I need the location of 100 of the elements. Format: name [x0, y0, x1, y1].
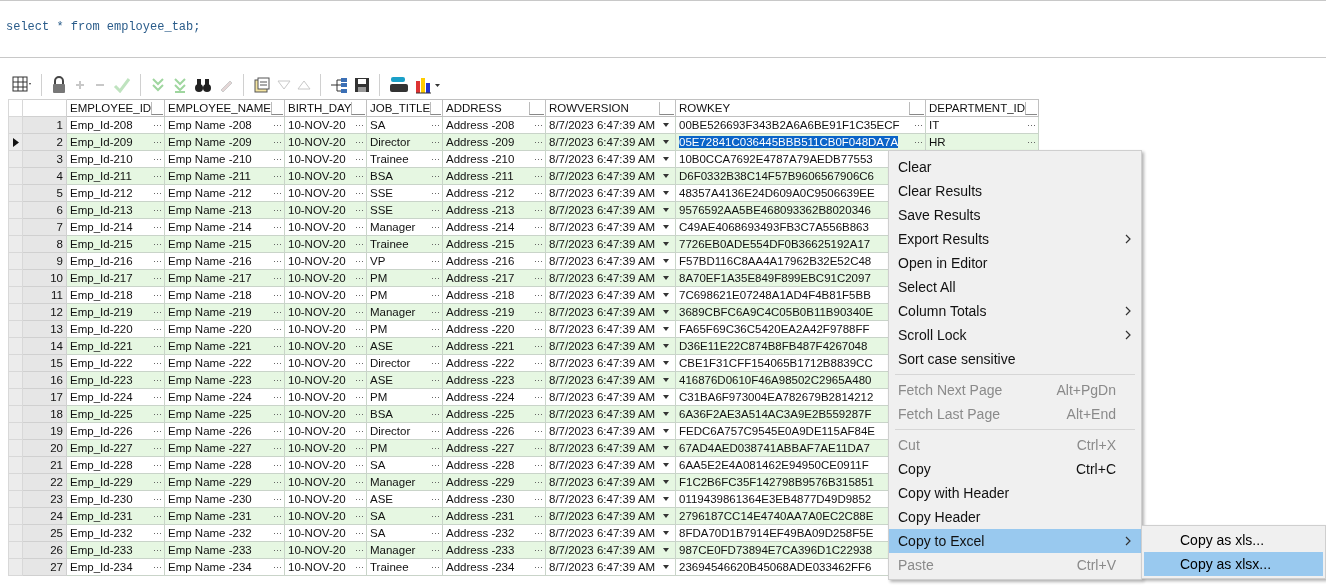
more-icon[interactable] [273, 242, 281, 246]
dropdown-caret-icon[interactable] [663, 208, 669, 212]
lock-icon[interactable] [51, 76, 67, 94]
more-icon[interactable] [431, 191, 439, 195]
more-icon[interactable] [431, 259, 439, 263]
more-icon[interactable] [153, 463, 161, 467]
more-icon[interactable] [431, 497, 439, 501]
more-icon[interactable] [153, 310, 161, 314]
more-icon[interactable] [355, 446, 363, 450]
more-icon[interactable] [153, 259, 161, 263]
more-icon[interactable] [431, 514, 439, 518]
column-header[interactable]: JOB_TITLE [367, 100, 442, 116]
more-icon[interactable] [273, 310, 281, 314]
more-icon[interactable] [534, 429, 542, 433]
more-icon[interactable] [355, 191, 363, 195]
more-icon[interactable] [431, 157, 439, 161]
more-icon[interactable] [273, 327, 281, 331]
more-icon[interactable] [355, 208, 363, 212]
more-icon[interactable] [273, 344, 281, 348]
column-header[interactable]: ADDRESS [443, 100, 545, 116]
more-icon[interactable] [534, 531, 542, 535]
more-icon[interactable] [431, 140, 439, 144]
more-icon[interactable] [273, 225, 281, 229]
more-icon[interactable] [273, 412, 281, 416]
more-icon[interactable] [273, 480, 281, 484]
more-icon[interactable] [153, 480, 161, 484]
binoculars-icon[interactable] [194, 77, 212, 93]
column-menu-button[interactable] [529, 101, 544, 115]
more-icon[interactable] [914, 123, 922, 127]
more-icon[interactable] [355, 327, 363, 331]
more-icon[interactable] [153, 412, 161, 416]
more-icon[interactable] [273, 191, 281, 195]
more-icon[interactable] [355, 276, 363, 280]
menu-item[interactable]: Scroll Lock [889, 323, 1141, 347]
more-icon[interactable] [431, 378, 439, 382]
more-icon[interactable] [431, 429, 439, 433]
more-icon[interactable] [153, 276, 161, 280]
dropdown-caret-icon[interactable] [663, 514, 669, 518]
more-icon[interactable] [431, 242, 439, 246]
more-icon[interactable] [273, 208, 281, 212]
more-icon[interactable] [273, 259, 281, 263]
more-icon[interactable] [153, 565, 161, 569]
column-header[interactable]: ROWVERSION [546, 100, 675, 116]
column-header[interactable]: ROWKEY [676, 100, 925, 116]
dropdown-caret-icon[interactable] [663, 157, 669, 161]
more-icon[interactable] [1027, 140, 1035, 144]
more-icon[interactable] [355, 174, 363, 178]
more-icon[interactable] [273, 293, 281, 297]
more-icon[interactable] [355, 123, 363, 127]
dropdown-caret-icon[interactable] [663, 344, 669, 348]
more-icon[interactable] [153, 123, 161, 127]
more-icon[interactable] [355, 548, 363, 552]
grid-icon[interactable] [12, 76, 32, 94]
more-icon[interactable] [153, 429, 161, 433]
more-icon[interactable] [153, 378, 161, 382]
more-icon[interactable] [534, 412, 542, 416]
more-icon[interactable] [153, 140, 161, 144]
more-icon[interactable] [273, 514, 281, 518]
more-icon[interactable] [273, 429, 281, 433]
more-icon[interactable] [355, 310, 363, 314]
more-icon[interactable] [153, 344, 161, 348]
save-icon[interactable] [354, 77, 370, 93]
more-icon[interactable] [355, 480, 363, 484]
tree-icon[interactable] [330, 77, 348, 93]
menu-item[interactable]: Sort case sensitive [889, 347, 1141, 371]
more-icon[interactable] [153, 446, 161, 450]
more-icon[interactable] [534, 548, 542, 552]
dropdown-caret-icon[interactable] [663, 174, 669, 178]
more-icon[interactable] [914, 140, 922, 144]
more-icon[interactable] [355, 463, 363, 467]
more-icon[interactable] [431, 310, 439, 314]
check-icon[interactable] [113, 77, 131, 93]
more-icon[interactable] [534, 565, 542, 569]
dropdown-caret-icon[interactable] [663, 259, 669, 263]
more-icon[interactable] [431, 446, 439, 450]
more-icon[interactable] [534, 259, 542, 263]
more-icon[interactable] [355, 412, 363, 416]
more-icon[interactable] [273, 446, 281, 450]
more-icon[interactable] [273, 463, 281, 467]
more-icon[interactable] [431, 174, 439, 178]
dropdown-caret-icon[interactable] [663, 327, 669, 331]
more-icon[interactable] [153, 327, 161, 331]
more-icon[interactable] [355, 497, 363, 501]
more-icon[interactable] [273, 276, 281, 280]
more-icon[interactable] [534, 276, 542, 280]
more-icon[interactable] [431, 123, 439, 127]
more-icon[interactable] [355, 225, 363, 229]
dropdown-caret-icon[interactable] [663, 548, 669, 552]
dropdown-caret-icon[interactable] [663, 123, 669, 127]
more-icon[interactable] [273, 378, 281, 382]
more-icon[interactable] [534, 123, 542, 127]
more-icon[interactable] [534, 463, 542, 467]
more-icon[interactable] [355, 242, 363, 246]
more-icon[interactable] [273, 548, 281, 552]
more-icon[interactable] [273, 565, 281, 569]
column-menu-button[interactable] [351, 101, 365, 115]
more-icon[interactable] [273, 174, 281, 178]
menu-item[interactable]: Copy with Header [889, 481, 1141, 505]
column-header[interactable]: EMPLOYEE_ID [67, 100, 164, 116]
menu-item[interactable]: Clear [889, 155, 1141, 179]
